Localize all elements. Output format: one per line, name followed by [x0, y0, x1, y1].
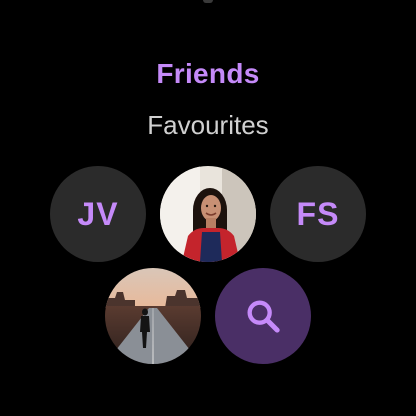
contact-chip-photo[interactable] — [105, 268, 201, 364]
road-landscape-photo-icon — [105, 268, 201, 364]
watch-screen: Friends Favourites JV FS — [0, 0, 416, 416]
search-icon — [247, 300, 280, 333]
contact-chip-jv[interactable]: JV — [50, 166, 146, 262]
contact-initials: JV — [77, 195, 119, 232]
page-title: Friends — [156, 58, 260, 89]
contact-chip-fs[interactable]: FS — [270, 166, 366, 262]
section-subtitle: Favourites — [147, 110, 269, 140]
contact-chip-photo[interactable] — [160, 166, 256, 262]
search-button[interactable] — [215, 268, 311, 364]
scroll-indicator — [203, 0, 213, 3]
contact-initials: FS — [296, 195, 340, 232]
person-photo-icon — [160, 166, 256, 262]
